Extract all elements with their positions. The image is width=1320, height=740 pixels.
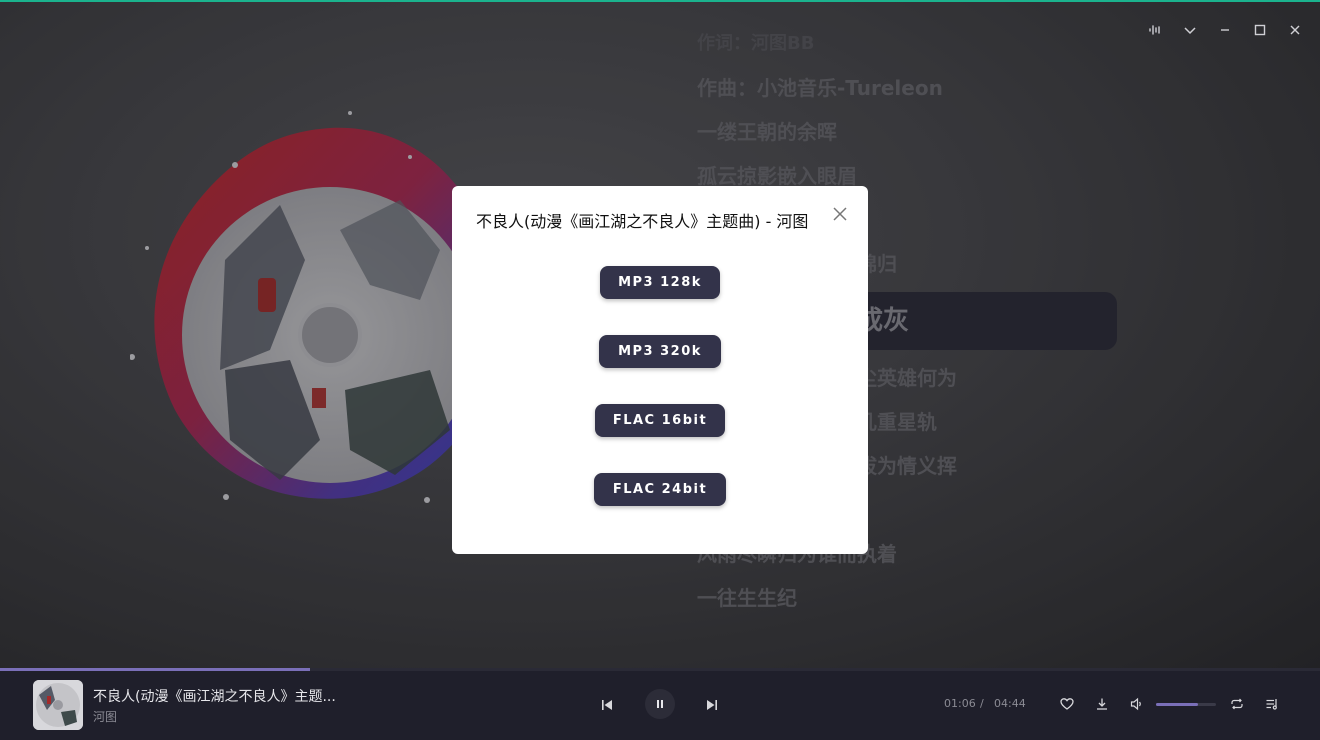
maximize-icon[interactable]	[1248, 18, 1271, 41]
player-bar: 不良人(动漫《画江湖之不良人》主题... 河图 01:06 / 04:44	[0, 668, 1320, 740]
download-icon[interactable]	[1093, 695, 1111, 713]
download-quality-dialog: 不良人(动漫《画江湖之不良人》主题曲) - 河图 MP3 128k MP3 32…	[452, 186, 868, 554]
close-icon[interactable]	[830, 204, 850, 224]
playlist-icon[interactable]	[1263, 695, 1281, 713]
close-icon[interactable]	[1283, 18, 1306, 41]
quality-mp3-128k-button[interactable]: MP3 128k	[600, 266, 720, 299]
waveform-icon[interactable]	[1143, 18, 1166, 41]
progress-fill	[0, 668, 311, 671]
volume-icon[interactable]	[1128, 695, 1146, 713]
window-controls	[1143, 18, 1306, 41]
minimize-icon[interactable]	[1213, 18, 1236, 41]
current-time: 01:06	[944, 697, 976, 710]
top-accent-line	[0, 0, 1320, 2]
dialog-title: 不良人(动漫《画江湖之不良人》主题曲) - 河图	[476, 212, 809, 231]
quality-flac-16bit-button[interactable]: FLAC 16bit	[595, 404, 725, 437]
pause-icon	[657, 700, 663, 708]
volume-slider[interactable]	[1156, 703, 1216, 706]
pause-button[interactable]	[645, 689, 675, 719]
volume-fill	[1156, 703, 1198, 706]
progress-bar[interactable]	[0, 668, 1320, 671]
heart-icon[interactable]	[1058, 695, 1076, 713]
next-icon[interactable]	[703, 696, 721, 714]
quality-flac-24bit-button[interactable]: FLAC 24bit	[594, 473, 726, 506]
quality-mp3-320k-button[interactable]: MP3 320k	[599, 335, 721, 368]
previous-icon[interactable]	[598, 696, 616, 714]
time-separator: /	[980, 697, 984, 710]
song-artist[interactable]: 河图	[93, 708, 117, 725]
album-cover-thumbnail[interactable]	[33, 680, 83, 730]
song-title[interactable]: 不良人(动漫《画江湖之不良人》主题...	[93, 686, 336, 706]
total-time: 04:44	[994, 697, 1026, 710]
repeat-icon[interactable]	[1228, 695, 1246, 713]
collapse-icon[interactable]	[1178, 18, 1201, 41]
